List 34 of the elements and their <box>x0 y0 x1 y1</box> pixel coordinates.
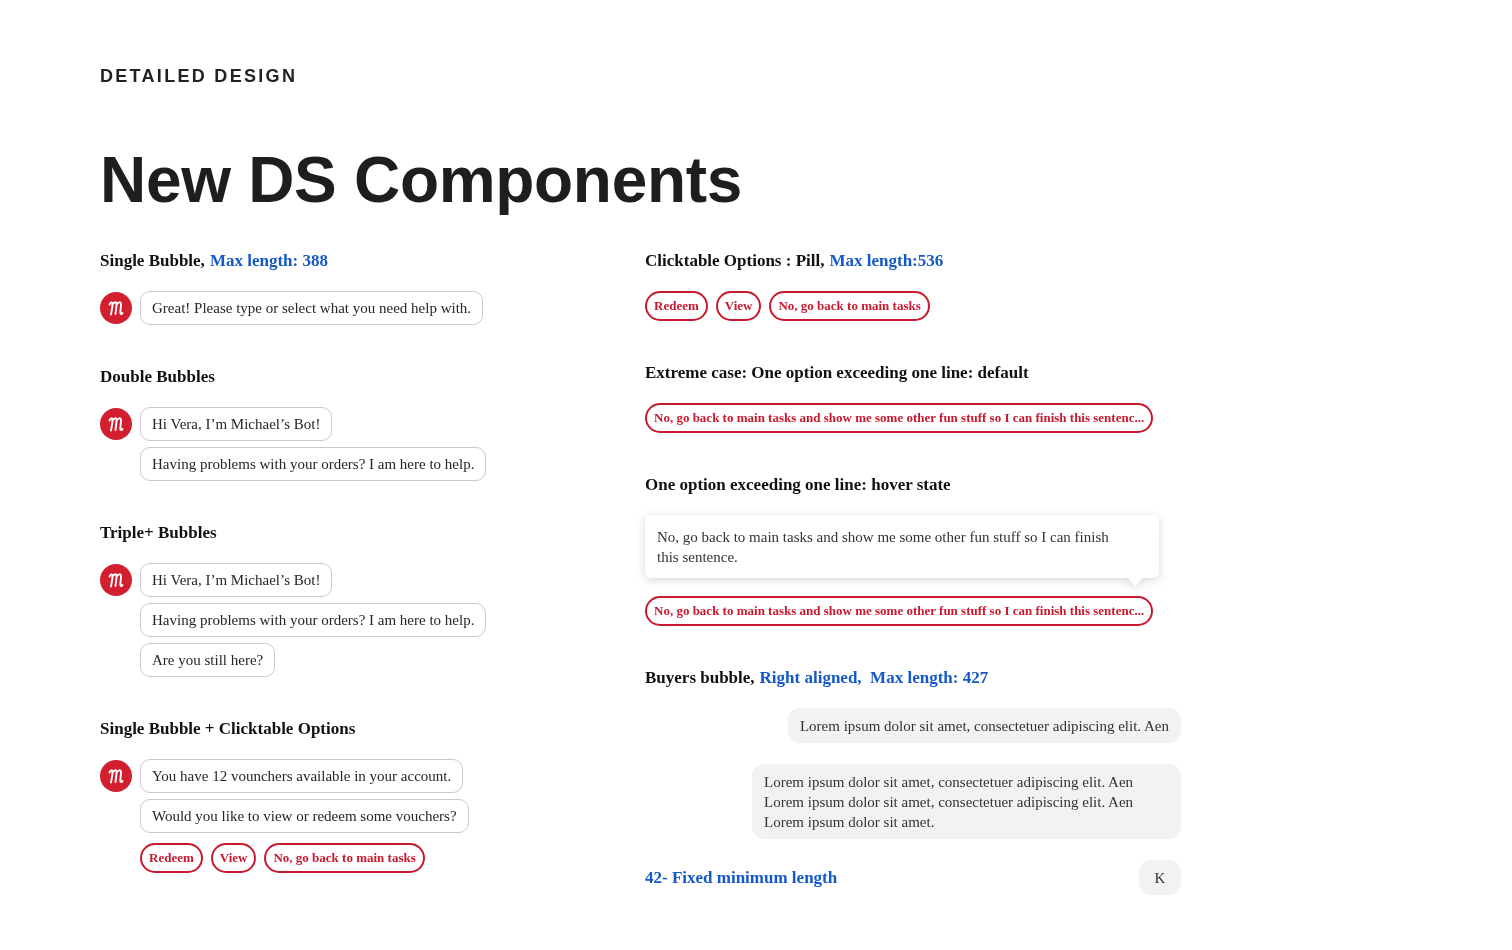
section-label: DETAILED DESIGN <box>100 65 298 87</box>
message-bubble: Great! Please type or select what you need help with. <box>140 291 484 325</box>
message-bubble: Would you like to view or redeem some vouchers? <box>140 799 469 833</box>
section-heading: One option exceeding one line: hover state <box>645 475 952 495</box>
page-title: New DS Components <box>100 147 743 213</box>
message-bubble: Having problems with your orders? I am here to help. <box>140 447 487 481</box>
section-heading: Clicktable Options : Pill, Max length:536 <box>645 251 945 271</box>
section-heading: Buyers bubble, Right aligned, Max length: 427 <box>645 668 990 688</box>
message-bubble: Hi Vera, I’m Michael’s Bot! <box>140 407 333 441</box>
section-heading: Extreme case: One option exceeding one line: default <box>645 363 1030 383</box>
section-heading: 42- Fixed minimum length <box>645 867 838 888</box>
section-heading: Single Bubble + Clicktable Options <box>100 719 357 739</box>
option-pill[interactable]: No, go back to main tasks <box>769 291 930 321</box>
section-heading: Single Bubble, Max length: 388 <box>100 251 329 271</box>
option-pill[interactable]: No, go back to main tasks <box>264 843 425 873</box>
message-bubble: Having problems with your orders? I am here to help. <box>140 603 487 637</box>
message-bubble: You have 12 vounchers available in your account. <box>140 759 464 793</box>
message-bubble: Are you still here? <box>140 643 276 677</box>
bot-avatar-icon <box>100 760 132 792</box>
message-bubble: Hi Vera, I’m Michael’s Bot! <box>140 563 333 597</box>
option-pill[interactable]: View <box>210 843 257 873</box>
message-bubble: Lorem ipsum dolor sit amet, consectetuer adipiscing elit. Aen <box>787 708 1181 743</box>
option-pill[interactable]: No, go back to main tasks and show me some other fun stuff so I can finish this sentenc... <box>645 596 1154 626</box>
option-pill[interactable]: No, go back to main tasks and show me some other fun stuff so I can finish this sentenc... <box>645 403 1154 433</box>
bot-avatar-icon <box>100 564 132 596</box>
bot-avatar-icon <box>100 292 132 324</box>
option-pill[interactable]: Redeem <box>140 843 203 873</box>
option-pill[interactable]: View <box>715 291 762 321</box>
message-bubble: K <box>1139 860 1181 895</box>
section-heading: Triple+ Bubbles <box>100 523 218 543</box>
section-heading: Double Bubbles <box>100 367 216 387</box>
bot-avatar-icon <box>100 408 132 440</box>
option-pill[interactable]: Redeem <box>645 291 708 321</box>
message-bubble: Lorem ipsum dolor sit amet, consectetuer adipiscing elit. Aen Lorem ipsum dolor sit amet, consectetuer adipiscing elit. Aen Lorem ipsum dolor sit amet. <box>752 764 1181 839</box>
